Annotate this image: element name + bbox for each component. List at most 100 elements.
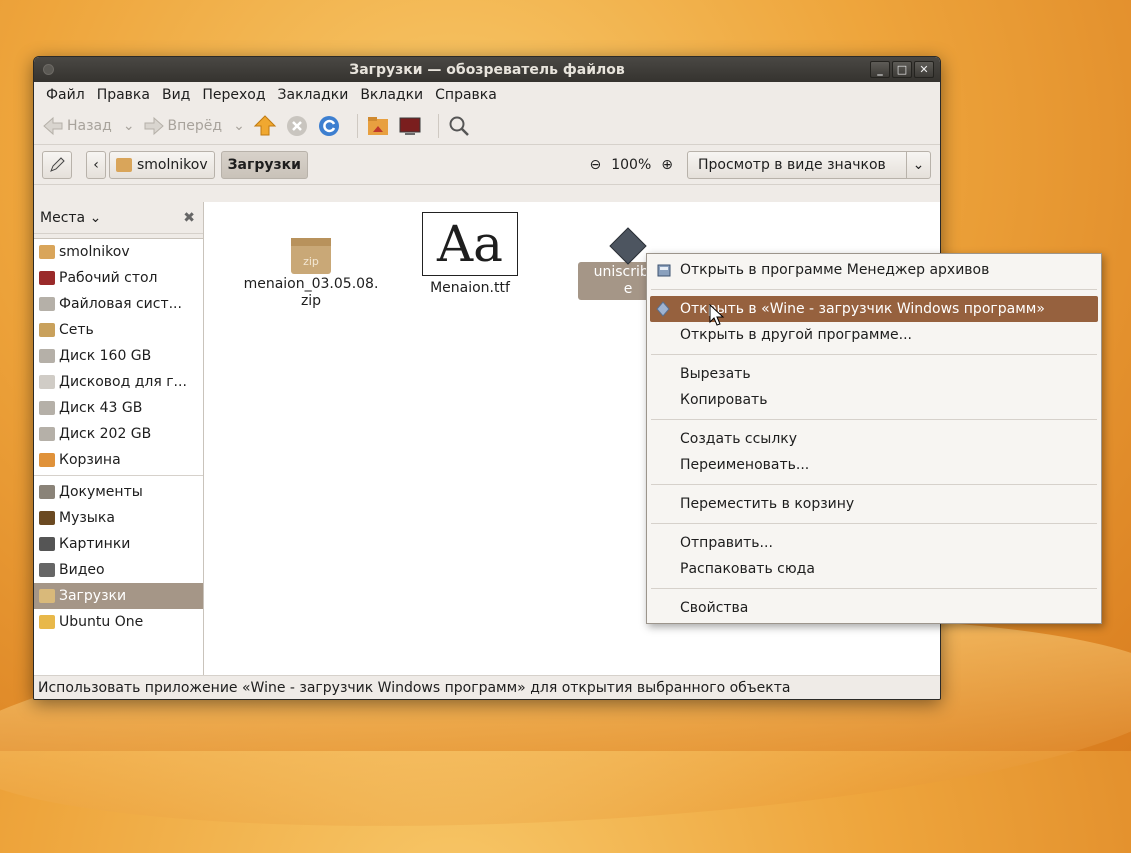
minimize-button[interactable]: _ bbox=[870, 61, 890, 78]
context-menu-item[interactable]: Открыть в программе Менеджер архивов bbox=[647, 257, 1101, 283]
title-bar[interactable]: Загрузки — обозреватель файлов _ □ ✕ bbox=[34, 57, 940, 82]
context-menu-item[interactable]: Вырезать bbox=[647, 361, 1101, 387]
sidebar-item[interactable]: Дисковод для г... bbox=[34, 369, 203, 395]
zoom-in-icon[interactable]: ⊕ bbox=[661, 157, 673, 173]
ubuntu-one-folder-icon bbox=[39, 615, 55, 629]
crumb-current[interactable]: Загрузки bbox=[220, 150, 308, 179]
path-back-button[interactable]: ‹ bbox=[86, 150, 106, 179]
menu-go[interactable]: Переход bbox=[196, 87, 271, 103]
sidebar-item[interactable]: Файловая сист... bbox=[34, 291, 203, 317]
drive-icon bbox=[39, 349, 55, 363]
menu-tabs[interactable]: Вкладки bbox=[354, 87, 429, 103]
window-menu-icon[interactable] bbox=[43, 64, 54, 75]
context-menu-item[interactable]: Переименовать... bbox=[647, 452, 1101, 478]
desktop-icon bbox=[39, 271, 55, 285]
sidebar-item[interactable]: Музыка bbox=[34, 505, 203, 531]
home-folder-icon bbox=[39, 245, 55, 259]
context-menu-item[interactable]: Создать ссылку bbox=[647, 426, 1101, 452]
reload-icon[interactable] bbox=[317, 114, 341, 138]
file-name: menaion_03.05.08. zip bbox=[243, 276, 379, 309]
menu-file[interactable]: Файл bbox=[40, 87, 91, 103]
sidebar-item[interactable]: Сеть bbox=[34, 317, 203, 343]
back-button[interactable]: Назад ⌄ bbox=[42, 116, 135, 136]
menu-edit[interactable]: Правка bbox=[91, 87, 156, 103]
sidebar-header: Места ⌄ ✖ bbox=[34, 202, 203, 234]
menu-separator bbox=[651, 523, 1097, 524]
status-bar: Использовать приложение «Wine - загрузчи… bbox=[34, 675, 940, 699]
view-mode-label: Просмотр в виде значков bbox=[698, 156, 886, 173]
executable-icon bbox=[609, 227, 647, 265]
sidebar-item[interactable]: Загрузки bbox=[34, 583, 203, 609]
forward-label: Вперёд bbox=[167, 117, 223, 134]
drive-icon bbox=[39, 427, 55, 441]
up-arrow-icon[interactable] bbox=[253, 114, 277, 138]
location-bar: ‹ smolnikov Загрузки ⊖ 100% ⊕ Просмотр в… bbox=[34, 145, 940, 185]
home-icon[interactable] bbox=[366, 114, 390, 138]
toolbar-separator bbox=[356, 113, 358, 138]
menu-view[interactable]: Вид bbox=[156, 87, 196, 103]
context-menu-item[interactable]: Копировать bbox=[647, 387, 1101, 413]
sidebar-item[interactable]: smolnikov bbox=[34, 239, 203, 265]
sidebar-item[interactable]: Диск 202 GB bbox=[34, 421, 203, 447]
back-arrow-icon bbox=[43, 116, 63, 135]
menu-bar: Файл Правка Вид Переход Закладки Вкладки… bbox=[34, 82, 940, 107]
context-menu-item[interactable]: Переместить в корзину bbox=[647, 491, 1101, 517]
sidebar-item[interactable]: Рабочий стол bbox=[34, 265, 203, 291]
sidebar-item-label: Диск 160 GB bbox=[59, 348, 152, 364]
menu-separator bbox=[651, 588, 1097, 589]
window-title: Загрузки — обозреватель файлов bbox=[349, 61, 625, 78]
music-folder-icon bbox=[39, 511, 55, 525]
sidebar-item-label: Рабочий стол bbox=[59, 270, 158, 286]
places-dropdown[interactable]: Места ⌄ bbox=[40, 210, 101, 226]
pictures-folder-icon bbox=[39, 537, 55, 551]
stop-icon[interactable] bbox=[285, 114, 309, 138]
places-label: Места bbox=[40, 209, 86, 226]
sidebar-item[interactable]: Корзина bbox=[34, 447, 203, 473]
sidebar-item-label: Картинки bbox=[59, 536, 131, 552]
context-menu-item[interactable]: Распаковать сюда bbox=[647, 556, 1101, 582]
close-sidebar-icon[interactable]: ✖ bbox=[183, 210, 195, 226]
zoom-out-icon[interactable]: ⊖ bbox=[590, 157, 602, 173]
menu-help[interactable]: Справка bbox=[429, 87, 503, 103]
pencil-icon bbox=[50, 156, 65, 172]
edit-location-button[interactable] bbox=[42, 150, 72, 179]
sidebar-item[interactable]: Диск 160 GB bbox=[34, 343, 203, 369]
sidebar-item-label: Файловая сист... bbox=[59, 296, 182, 312]
sidebar-item[interactable]: Диск 43 GB bbox=[34, 395, 203, 421]
sidebar-item-label: Документы bbox=[59, 484, 143, 500]
network-icon bbox=[39, 323, 55, 337]
maximize-button[interactable]: □ bbox=[892, 61, 912, 78]
sidebar-item[interactable]: Видео bbox=[34, 557, 203, 583]
forward-dropdown-icon[interactable]: ⌄ bbox=[233, 118, 245, 134]
sidebar-item-label: Дисковод для г... bbox=[59, 374, 187, 390]
sidebar-item-label: Загрузки bbox=[59, 588, 127, 604]
zoom-level[interactable]: 100% bbox=[611, 157, 651, 173]
context-menu-label: Открыть в другой программе... bbox=[680, 327, 912, 343]
file-item-font[interactable]: Aa Menaion.ttf bbox=[420, 212, 520, 296]
mouse-pointer-icon bbox=[709, 304, 725, 326]
search-icon[interactable] bbox=[447, 114, 471, 138]
sidebar-item-label: Сеть bbox=[59, 322, 94, 338]
font-file-icon: Aa bbox=[422, 212, 518, 276]
view-mode-select[interactable]: Просмотр в виде значков ⌄ bbox=[687, 150, 931, 179]
context-menu-item[interactable]: Отправить... bbox=[647, 530, 1101, 556]
crumb-label: smolnikov bbox=[137, 156, 208, 173]
sidebar-item-label: Корзина bbox=[59, 452, 121, 468]
sidebar-item-label: smolnikov bbox=[59, 244, 130, 260]
status-text: Использовать приложение «Wine - загрузчи… bbox=[38, 679, 791, 696]
context-menu-item[interactable]: Свойства bbox=[647, 595, 1101, 621]
file-item-zip[interactable]: zip menaion_03.05.08. zip bbox=[226, 222, 396, 310]
back-dropdown-icon[interactable]: ⌄ bbox=[123, 118, 135, 134]
computer-icon[interactable] bbox=[398, 114, 422, 138]
crumb-home[interactable]: smolnikov bbox=[109, 150, 215, 179]
sidebar-item[interactable]: Картинки bbox=[34, 531, 203, 557]
sidebar-item[interactable]: Документы bbox=[34, 479, 203, 505]
video-folder-icon bbox=[39, 563, 55, 577]
menu-bookmarks[interactable]: Закладки bbox=[272, 87, 355, 103]
forward-button[interactable]: Вперёд ⌄ bbox=[143, 116, 245, 136]
sidebar-item-label: Диск 202 GB bbox=[59, 426, 152, 442]
sidebar-item-label: Ubuntu One bbox=[59, 614, 144, 630]
sidebar-item[interactable]: Ubuntu One bbox=[34, 609, 203, 635]
context-menu-label: Вырезать bbox=[680, 366, 751, 382]
close-button[interactable]: ✕ bbox=[914, 61, 934, 78]
